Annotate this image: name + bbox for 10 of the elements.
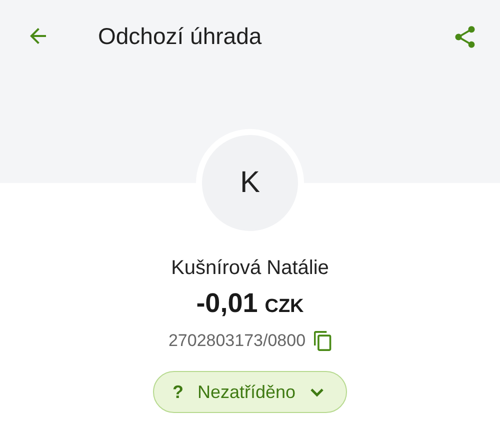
counterparty-name: Kušnírová Natálie xyxy=(171,257,329,280)
screen-title: Odchozí úhrada xyxy=(98,22,262,50)
account-number: 2702803173/0800 xyxy=(168,331,306,351)
category-label: Nezatříděno xyxy=(197,382,296,402)
category-chip[interactable]: ? Nezatříděno xyxy=(153,371,347,413)
question-mark-icon: ? xyxy=(172,382,184,402)
copy-icon[interactable] xyxy=(314,331,332,351)
chevron-down-icon xyxy=(310,388,324,396)
amount: -0,01 xyxy=(196,288,258,319)
currency: CZK xyxy=(264,296,304,318)
